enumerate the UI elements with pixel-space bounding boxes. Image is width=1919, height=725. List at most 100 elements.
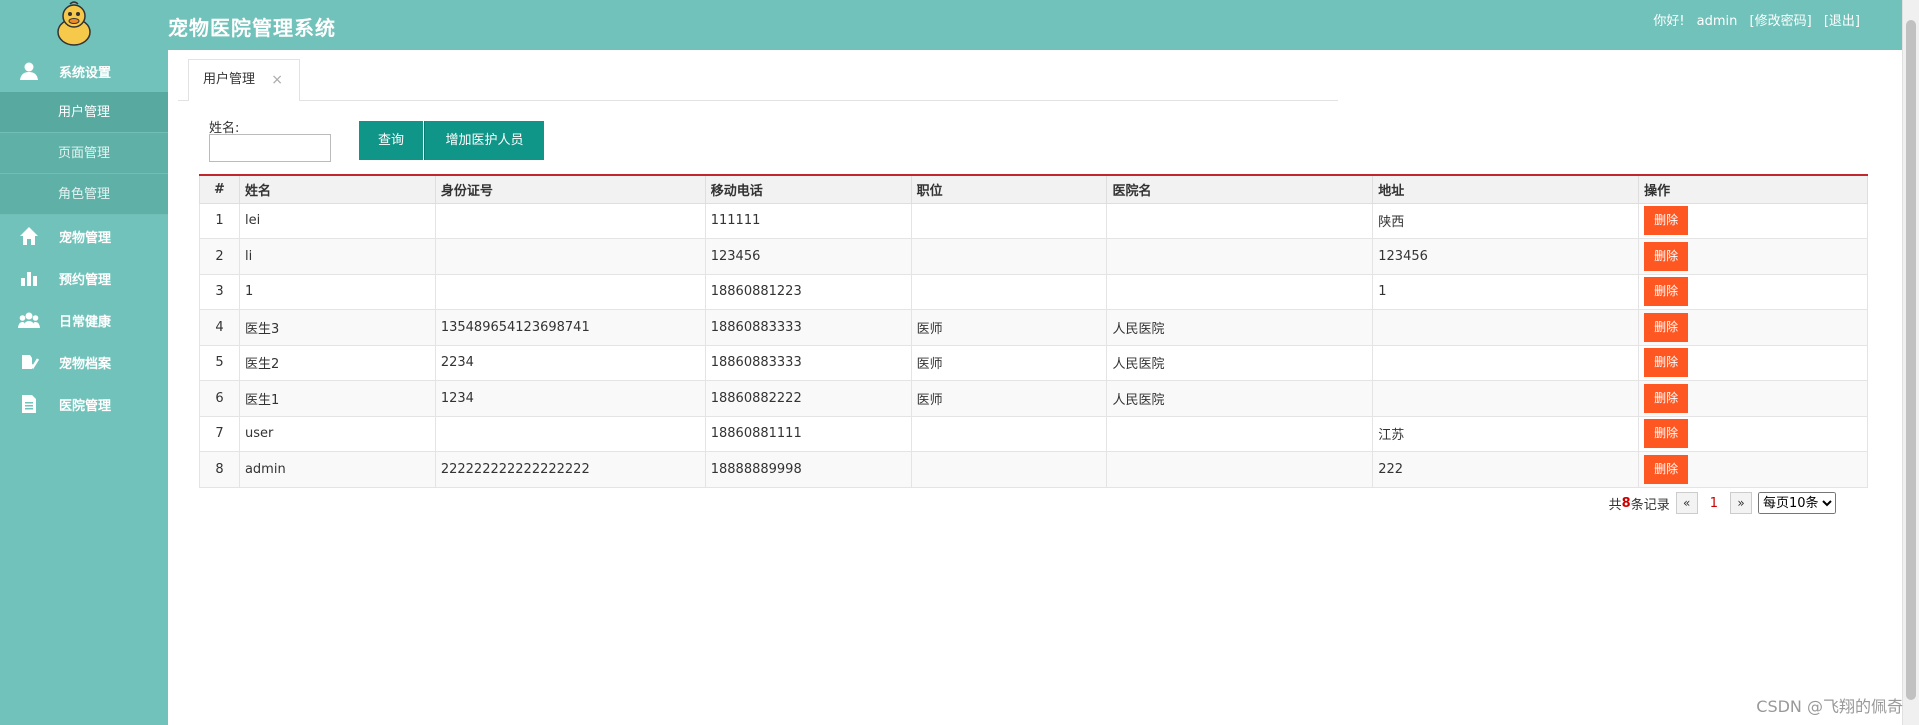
add-medical-staff-button[interactable]: 增加医护人员 bbox=[424, 121, 544, 160]
cell-actions: 删除 bbox=[1638, 238, 1868, 275]
name-search-input[interactable] bbox=[209, 134, 331, 162]
cell-index: 7 bbox=[199, 415, 240, 452]
total-suffix: 条记录 bbox=[1630, 497, 1670, 513]
cell-address: 123456 bbox=[1372, 238, 1640, 275]
cell-index: 3 bbox=[199, 273, 240, 310]
close-icon[interactable]: × bbox=[271, 60, 283, 100]
cell-position: 医师 bbox=[910, 309, 1108, 346]
delete-button[interactable]: 删除 bbox=[1644, 241, 1689, 271]
cell-phone: 18888889998 bbox=[704, 451, 912, 488]
cell-id-number bbox=[434, 238, 706, 275]
cell-address bbox=[1372, 344, 1640, 381]
cell-position bbox=[910, 202, 1108, 239]
sidebar-item-label: 预约管理 bbox=[59, 272, 112, 288]
delete-button[interactable]: 删除 bbox=[1644, 277, 1689, 307]
cell-phone: 18860882222 bbox=[704, 380, 912, 417]
cell-address: 222 bbox=[1372, 451, 1640, 488]
cell-phone: 123456 bbox=[704, 238, 912, 275]
cell-actions: 删除 bbox=[1638, 309, 1868, 346]
table-header-row: # 姓名 身份证号 移动电话 职位 医院名 地址 操作 bbox=[199, 174, 1868, 204]
system-settings-submenu: 用户管理 页面管理 角色管理 bbox=[0, 92, 168, 215]
home-icon bbox=[18, 225, 40, 247]
app-title: 宠物医院管理系统 bbox=[168, 16, 336, 40]
cell-name: 医生1 bbox=[238, 380, 436, 417]
delete-button[interactable]: 删除 bbox=[1644, 454, 1689, 484]
delete-button[interactable]: 删除 bbox=[1644, 348, 1689, 378]
cell-index: 1 bbox=[199, 202, 240, 239]
cell-address: 1 bbox=[1372, 273, 1640, 310]
table-row: 5 医生2 2234 18860883333 医师 人民医院 删除 bbox=[199, 344, 1868, 381]
vertical-scrollbar[interactable] bbox=[1902, 0, 1919, 725]
cell-name: 医生2 bbox=[238, 344, 436, 381]
scrollbar-thumb[interactable] bbox=[1906, 20, 1916, 700]
table-row: 3 1 18860881223 1 删除 bbox=[199, 273, 1868, 310]
cell-index: 8 bbox=[199, 451, 240, 488]
cell-address bbox=[1372, 309, 1640, 346]
total-count: 8 bbox=[1621, 495, 1631, 511]
sidebar-item-hospital-management[interactable]: 医院管理 bbox=[0, 383, 168, 425]
cell-name: 医生3 bbox=[238, 309, 436, 346]
watermark: CSDN @飞翔的佩奇 bbox=[1756, 697, 1903, 716]
prev-page-button[interactable]: « bbox=[1675, 492, 1698, 514]
sidebar-item-pet-management[interactable]: 宠物管理 bbox=[0, 215, 168, 257]
total-prefix: 共 bbox=[1608, 497, 1622, 513]
top-bar: 宠物医院管理系统 你好! admin [修改密码] [退出] bbox=[0, 0, 1902, 50]
column-header: # bbox=[199, 174, 240, 204]
tab-label: 用户管理 bbox=[203, 72, 256, 87]
cell-index: 6 bbox=[199, 380, 240, 417]
tab-user-management[interactable]: 用户管理 × bbox=[188, 59, 300, 101]
sidebar-item-pet-records[interactable]: 宠物档案 bbox=[0, 341, 168, 383]
cell-name: user bbox=[238, 415, 436, 452]
column-header: 身份证号 bbox=[434, 174, 706, 204]
cell-address: 江苏 bbox=[1372, 415, 1640, 452]
column-header: 地址 bbox=[1372, 174, 1640, 204]
logout-link[interactable]: [退出] bbox=[1824, 14, 1860, 29]
delete-button[interactable]: 删除 bbox=[1644, 312, 1689, 342]
sidebar-item-daily-health[interactable]: 日常健康 bbox=[0, 299, 168, 341]
cell-actions: 删除 bbox=[1638, 202, 1868, 239]
cell-name: 1 bbox=[238, 273, 436, 310]
change-password-link[interactable]: [修改密码] bbox=[1750, 14, 1812, 29]
cell-position: 医师 bbox=[910, 344, 1108, 381]
cell-hospital bbox=[1106, 238, 1374, 275]
query-button[interactable]: 查询 bbox=[359, 121, 423, 160]
sidebar-item-appointment-management[interactable]: 预约管理 bbox=[0, 257, 168, 299]
column-header: 职位 bbox=[910, 174, 1108, 204]
table-row: 7 user 18860881111 江苏 删除 bbox=[199, 415, 1868, 452]
delete-button[interactable]: 删除 bbox=[1644, 383, 1689, 413]
pet-file-icon bbox=[18, 351, 40, 373]
sidebar-item-system-settings[interactable]: 系统设置 bbox=[0, 50, 168, 92]
column-header: 操作 bbox=[1638, 174, 1868, 204]
user-icon bbox=[18, 60, 40, 82]
page-size-select[interactable]: 每页10条 bbox=[1758, 492, 1836, 514]
cell-name: lei bbox=[238, 202, 436, 239]
cell-id-number bbox=[434, 273, 706, 310]
column-header: 医院名 bbox=[1106, 174, 1374, 204]
cell-index: 2 bbox=[199, 238, 240, 275]
cell-index: 5 bbox=[199, 344, 240, 381]
cell-id-number: 135489654123698741 bbox=[434, 309, 706, 346]
cell-id-number: 1234 bbox=[434, 380, 706, 417]
sidebar-subitem-user-management[interactable]: 用户管理 bbox=[0, 92, 168, 133]
delete-button[interactable]: 删除 bbox=[1644, 419, 1689, 449]
current-page[interactable]: 1 bbox=[1710, 496, 1718, 511]
main-content: 用户管理 × 姓名: 查询 增加医护人员 # 姓名 身份证号 移动电话 职位 医… bbox=[168, 50, 1902, 725]
cell-hospital bbox=[1106, 451, 1374, 488]
sidebar-subitem-page-management[interactable]: 页面管理 bbox=[0, 133, 168, 174]
cell-phone: 111111 bbox=[704, 202, 912, 239]
column-header: 移动电话 bbox=[704, 174, 912, 204]
cell-phone: 18860883333 bbox=[704, 344, 912, 381]
cell-index: 4 bbox=[199, 309, 240, 346]
document-icon bbox=[18, 393, 40, 415]
pagination: 共 8 条记录 « 1 » 每页10条 bbox=[1609, 492, 1836, 514]
sidebar-item-label: 医院管理 bbox=[59, 398, 112, 414]
cell-hospital: 人民医院 bbox=[1106, 380, 1374, 417]
duck-logo-icon bbox=[50, 0, 98, 50]
next-page-button[interactable]: » bbox=[1730, 492, 1752, 514]
table-row: 4 医生3 135489654123698741 18860883333 医师 … bbox=[199, 309, 1868, 346]
cell-name: li bbox=[238, 238, 436, 275]
cell-position bbox=[910, 273, 1108, 310]
sidebar-subitem-role-management[interactable]: 角色管理 bbox=[0, 174, 168, 215]
sidebar-item-label: 系统设置 bbox=[59, 65, 112, 81]
delete-button[interactable]: 删除 bbox=[1644, 206, 1689, 236]
